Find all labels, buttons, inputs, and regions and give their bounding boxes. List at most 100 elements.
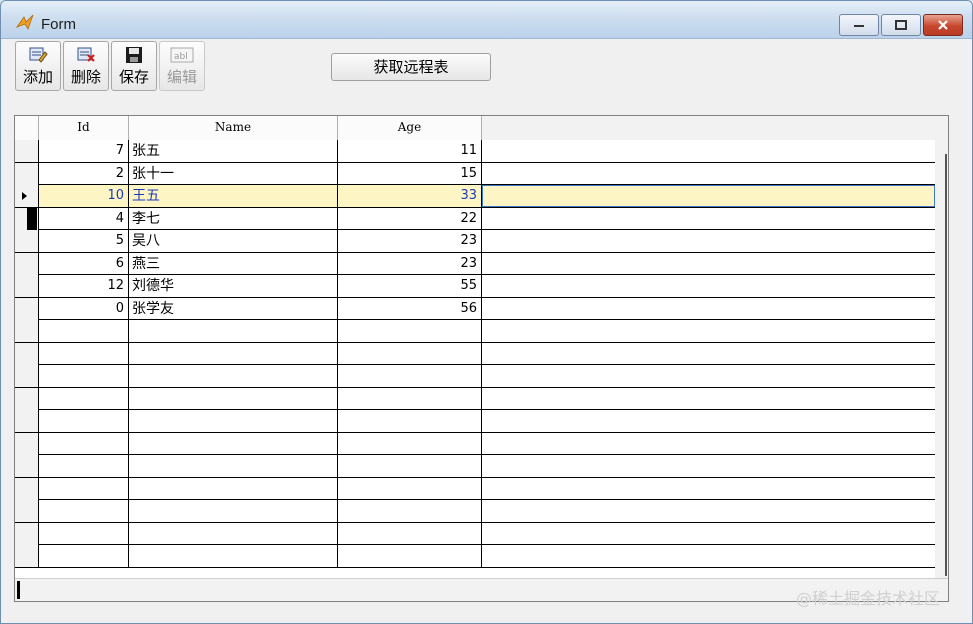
- cell-age[interactable]: [338, 432, 482, 455]
- add-button[interactable]: 添加: [15, 41, 61, 91]
- row-indicator[interactable]: [15, 365, 39, 387]
- cell-name[interactable]: 吴八: [129, 230, 338, 252]
- table-row[interactable]: [15, 432, 935, 455]
- cell-id[interactable]: 4: [39, 207, 129, 230]
- cell-age[interactable]: [338, 545, 482, 567]
- row-indicator[interactable]: [15, 275, 39, 297]
- table-row[interactable]: 12 刘德华 55: [15, 275, 935, 298]
- cell-age[interactable]: 55: [338, 275, 482, 297]
- cell-id[interactable]: [39, 365, 129, 387]
- cell-id[interactable]: [39, 320, 129, 342]
- row-indicator[interactable]: [15, 230, 39, 252]
- table-row[interactable]: [15, 522, 935, 545]
- cell-age[interactable]: [338, 320, 482, 342]
- cell-age[interactable]: 33: [338, 185, 482, 207]
- vertical-scroll-thumb[interactable]: [945, 154, 947, 576]
- cell-name[interactable]: 张学友: [129, 297, 338, 320]
- table-row[interactable]: [15, 410, 935, 433]
- cell-age[interactable]: 23: [338, 252, 482, 275]
- row-indicator[interactable]: [15, 455, 39, 477]
- cell-age[interactable]: [338, 387, 482, 410]
- cell-name[interactable]: [129, 320, 338, 342]
- cell-name[interactable]: 王五: [129, 185, 338, 207]
- row-indicator[interactable]: [15, 477, 39, 500]
- table-row[interactable]: 5 吴八 23: [15, 230, 935, 253]
- table-row[interactable]: [15, 545, 935, 568]
- cell-name[interactable]: [129, 522, 338, 545]
- row-indicator[interactable]: [15, 500, 39, 522]
- row-indicator[interactable]: [15, 410, 39, 432]
- table-row[interactable]: [15, 477, 935, 500]
- table-row[interactable]: 7 张五 11: [15, 140, 935, 163]
- title-bar[interactable]: Form: [1, 1, 972, 39]
- cell-id[interactable]: 7: [39, 140, 129, 162]
- cell-name[interactable]: 刘德华: [129, 275, 338, 297]
- cell-id[interactable]: 2: [39, 162, 129, 185]
- table-row[interactable]: [15, 320, 935, 343]
- cell-age[interactable]: 22: [338, 207, 482, 230]
- vertical-scrollbar[interactable]: [935, 140, 948, 580]
- table-row[interactable]: 0 张学友 56: [15, 297, 935, 320]
- cell-name[interactable]: [129, 545, 338, 567]
- header-id[interactable]: Id: [39, 116, 129, 140]
- cell-name[interactable]: [129, 365, 338, 387]
- cell-age[interactable]: [338, 477, 482, 500]
- cell-age[interactable]: 15: [338, 162, 482, 185]
- cell-age[interactable]: [338, 410, 482, 432]
- table-row[interactable]: 6 燕三 23: [15, 252, 935, 275]
- header-age[interactable]: Age: [338, 116, 482, 140]
- row-indicator[interactable]: [15, 387, 39, 410]
- cell-name[interactable]: [129, 500, 338, 522]
- cell-id[interactable]: [39, 500, 129, 522]
- row-indicator[interactable]: [15, 252, 39, 275]
- table-row[interactable]: [15, 455, 935, 478]
- cell-name[interactable]: [129, 410, 338, 432]
- cell-age[interactable]: [338, 342, 482, 365]
- row-indicator[interactable]: [15, 185, 39, 207]
- header-corner[interactable]: [15, 116, 39, 140]
- row-indicator[interactable]: [15, 140, 39, 162]
- delete-button[interactable]: 删除: [63, 41, 109, 91]
- cell-id[interactable]: 6: [39, 252, 129, 275]
- cell-age[interactable]: 11: [338, 140, 482, 162]
- cell-name[interactable]: [129, 432, 338, 455]
- table-row[interactable]: [15, 365, 935, 388]
- row-indicator[interactable]: [15, 162, 39, 185]
- row-indicator[interactable]: [15, 320, 39, 342]
- cell-id[interactable]: [39, 545, 129, 567]
- cell-id[interactable]: [39, 342, 129, 365]
- cell-age[interactable]: [338, 455, 482, 477]
- table-row[interactable]: 4 李七 22: [15, 207, 935, 230]
- save-button[interactable]: 保存: [111, 41, 157, 91]
- cell-id[interactable]: 5: [39, 230, 129, 252]
- edit-button[interactable]: abl 编辑: [159, 41, 205, 91]
- fetch-remote-table-button[interactable]: 获取远程表: [331, 53, 491, 81]
- table-row[interactable]: [15, 342, 935, 365]
- cell-id[interactable]: 0: [39, 297, 129, 320]
- row-indicator[interactable]: [15, 297, 39, 320]
- cell-name[interactable]: [129, 387, 338, 410]
- cell-name[interactable]: 张五: [129, 140, 338, 162]
- cell-name[interactable]: [129, 455, 338, 477]
- cell-id[interactable]: [39, 432, 129, 455]
- maximize-button[interactable]: [881, 14, 921, 36]
- cell-name[interactable]: [129, 477, 338, 500]
- horizontal-scroll-thumb[interactable]: [17, 581, 20, 599]
- close-button[interactable]: [923, 14, 963, 36]
- cell-age[interactable]: [338, 500, 482, 522]
- cell-id[interactable]: 10: [39, 185, 129, 207]
- cell-name[interactable]: 李七: [129, 207, 338, 230]
- cell-age[interactable]: 23: [338, 230, 482, 252]
- cell-id[interactable]: 12: [39, 275, 129, 297]
- row-indicator[interactable]: [15, 207, 39, 230]
- row-indicator[interactable]: [15, 522, 39, 545]
- row-indicator[interactable]: [15, 545, 39, 567]
- cell-id[interactable]: [39, 387, 129, 410]
- cell-name[interactable]: 张十一: [129, 162, 338, 185]
- cell-id[interactable]: [39, 522, 129, 545]
- row-indicator[interactable]: [15, 432, 39, 455]
- cell-age[interactable]: [338, 522, 482, 545]
- cell-age[interactable]: 56: [338, 297, 482, 320]
- cell-age[interactable]: [338, 365, 482, 387]
- cell-id[interactable]: [39, 477, 129, 500]
